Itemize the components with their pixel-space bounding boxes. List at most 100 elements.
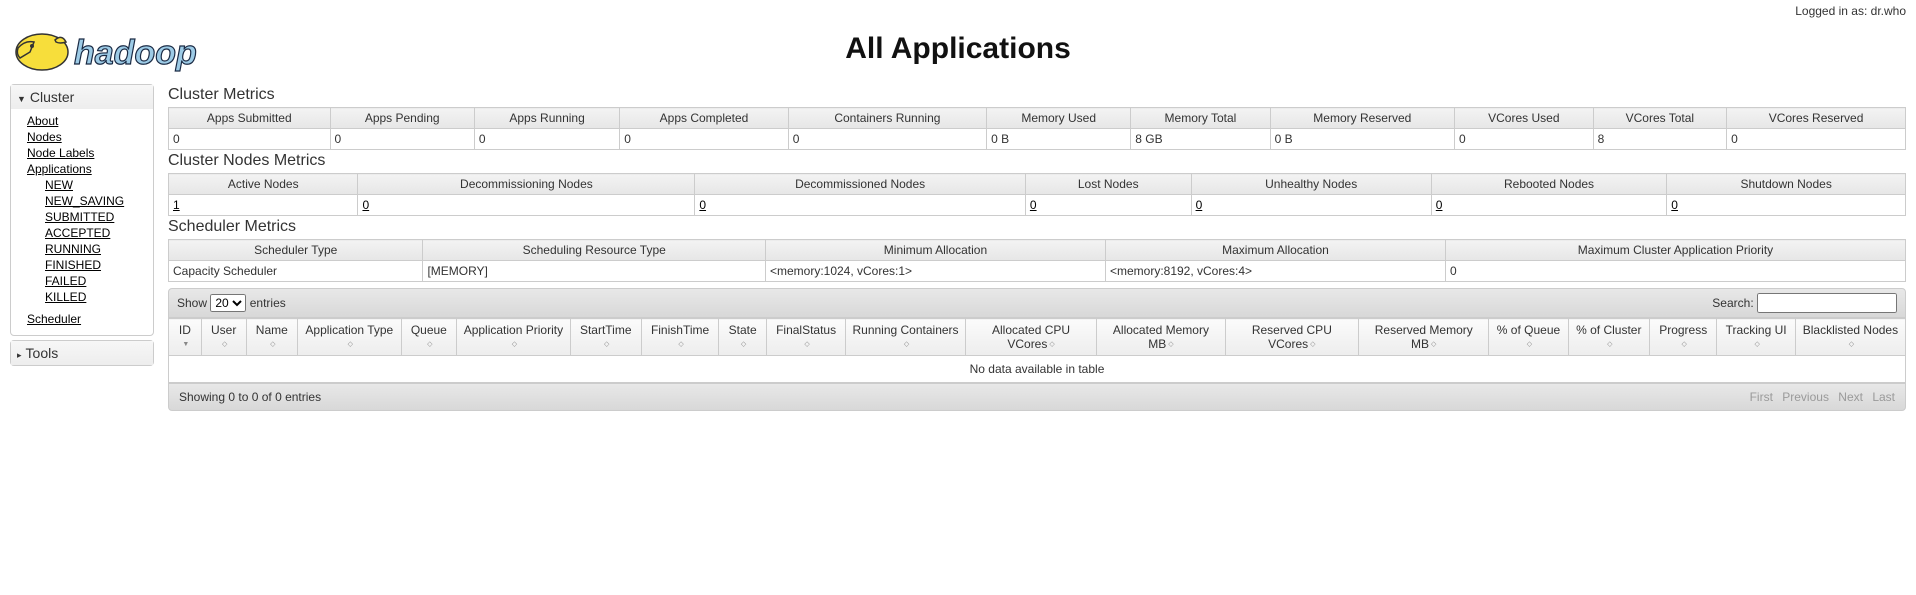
col-alloc-cpu[interactable]: Allocated CPU VCores◇ [965, 319, 1097, 356]
nav-app-new-saving[interactable]: NEW_SAVING [45, 193, 153, 209]
sort-icon: ◇ [1049, 341, 1054, 348]
val-apps-pending: 0 [330, 129, 474, 150]
pager-prev[interactable]: Previous [1782, 390, 1829, 404]
val-unhealthy-nodes[interactable]: 0 [1196, 198, 1203, 212]
col-tracking[interactable]: Tracking UI◇ [1717, 319, 1795, 356]
val-apps-running: 0 [474, 129, 619, 150]
col-scheduler-type: Scheduler Type [169, 240, 423, 261]
nav-about[interactable]: About [27, 113, 153, 129]
val-vcores-total: 8 [1593, 129, 1727, 150]
sort-icon: ◇ [1607, 341, 1612, 348]
pager-first[interactable]: First [1750, 390, 1773, 404]
val-rebooted-nodes[interactable]: 0 [1436, 198, 1443, 212]
nodes-metrics-table: Active Nodes Decommissioning Nodes Decom… [168, 173, 1906, 216]
col-finish[interactable]: FinishTime◇ [641, 319, 719, 356]
col-name[interactable]: Name◇ [246, 319, 297, 356]
col-decommissioning-nodes: Decommissioning Nodes [358, 174, 695, 195]
col-max-priority: Maximum Cluster Application Priority [1445, 240, 1905, 261]
nav-node-labels[interactable]: Node Labels [27, 145, 153, 161]
col-priority[interactable]: Application Priority◇ [457, 319, 571, 356]
col-apptype[interactable]: Application Type◇ [298, 319, 402, 356]
applications-table: ID▼ User◇ Name◇ Application Type◇ Queue◇… [168, 318, 1906, 383]
sort-icon: ◇ [678, 341, 683, 348]
sort-icon: ◇ [1310, 341, 1315, 348]
empty-message: No data available in table [169, 356, 1906, 383]
sort-icon: ◇ [904, 341, 909, 348]
val-decommissioned-nodes[interactable]: 0 [699, 198, 706, 212]
val-shutdown-nodes[interactable]: 0 [1671, 198, 1678, 212]
sort-icon: ◇ [427, 341, 432, 348]
val-resource-type: [MEMORY] [423, 261, 766, 282]
col-user[interactable]: User◇ [201, 319, 246, 356]
svg-text:hadoop: hadoop [74, 34, 197, 72]
col-containers-running: Containers Running [788, 108, 986, 129]
col-apps-completed: Apps Completed [620, 108, 788, 129]
nav-scheduler[interactable]: Scheduler [27, 311, 153, 327]
length-control: Show 20 entries [177, 294, 286, 312]
col-pct-cluster[interactable]: % of Cluster◇ [1568, 319, 1649, 356]
col-pct-queue[interactable]: % of Queue◇ [1489, 319, 1568, 356]
col-res-cpu[interactable]: Reserved CPU VCores◇ [1225, 319, 1359, 356]
col-memory-reserved: Memory Reserved [1270, 108, 1454, 129]
nav-cluster-header[interactable]: ▼Cluster [11, 85, 153, 109]
val-memory-total: 8 GB [1131, 129, 1270, 150]
col-progress[interactable]: Progress◇ [1649, 319, 1716, 356]
val-memory-reserved: 0 B [1270, 129, 1454, 150]
val-apps-submitted: 0 [169, 129, 331, 150]
val-max-priority: 0 [1445, 261, 1905, 282]
cluster-metrics-table: Apps Submitted Apps Pending Apps Running… [168, 107, 1906, 150]
nav-nodes[interactable]: Nodes [27, 129, 153, 145]
nav-app-new[interactable]: NEW [45, 177, 153, 193]
col-decommissioned-nodes: Decommissioned Nodes [695, 174, 1026, 195]
col-vcores-reserved: VCores Reserved [1727, 108, 1906, 129]
col-memory-used: Memory Used [987, 108, 1131, 129]
val-decommissioning-nodes[interactable]: 0 [362, 198, 369, 212]
col-resource-type: Scheduling Resource Type [423, 240, 766, 261]
sort-desc-icon: ▼ [182, 341, 189, 348]
col-res-mem[interactable]: Reserved Memory MB◇ [1359, 319, 1489, 356]
sort-icon: ◇ [348, 341, 353, 348]
pager-next[interactable]: Next [1838, 390, 1863, 404]
nav-applications[interactable]: Applications [27, 161, 153, 177]
col-id[interactable]: ID▼ [169, 319, 202, 356]
sidebar: ▼Cluster About Nodes Node Labels Applica… [10, 84, 154, 411]
col-memory-total: Memory Total [1131, 108, 1270, 129]
col-state[interactable]: State◇ [719, 319, 766, 356]
col-apps-submitted: Apps Submitted [169, 108, 331, 129]
search-input[interactable] [1757, 293, 1897, 313]
nav-app-running[interactable]: RUNNING [45, 241, 153, 257]
col-queue[interactable]: Queue◇ [401, 319, 456, 356]
nodes-metrics-title: Cluster Nodes Metrics [168, 152, 1906, 170]
nav-app-finished[interactable]: FINISHED [45, 257, 153, 273]
col-unhealthy-nodes: Unhealthy Nodes [1191, 174, 1431, 195]
val-active-nodes[interactable]: 1 [173, 198, 180, 212]
val-lost-nodes[interactable]: 0 [1030, 198, 1037, 212]
val-memory-used: 0 B [987, 129, 1131, 150]
col-finalstatus[interactable]: FinalStatus◇ [766, 319, 845, 356]
login-status: Logged in as: dr.who [1795, 4, 1906, 18]
col-blacklisted[interactable]: Blacklisted Nodes◇ [1795, 319, 1905, 356]
sort-icon: ◇ [604, 341, 609, 348]
col-active-nodes: Active Nodes [169, 174, 358, 195]
sort-icon: ◇ [1754, 341, 1759, 348]
nav-app-submitted[interactable]: SUBMITTED [45, 209, 153, 225]
sort-icon: ◇ [1527, 341, 1532, 348]
val-apps-completed: 0 [620, 129, 788, 150]
pager: First Previous Next Last [1744, 390, 1895, 404]
pager-last[interactable]: Last [1872, 390, 1895, 404]
col-min-alloc: Minimum Allocation [765, 240, 1105, 261]
col-lost-nodes: Lost Nodes [1025, 174, 1191, 195]
val-vcores-used: 0 [1455, 129, 1594, 150]
nav-app-killed[interactable]: KILLED [45, 289, 153, 305]
chevron-down-icon: ▼ [17, 94, 26, 104]
nav-app-accepted[interactable]: ACCEPTED [45, 225, 153, 241]
col-start[interactable]: StartTime◇ [570, 319, 641, 356]
col-alloc-mem[interactable]: Allocated Memory MB◇ [1097, 319, 1225, 356]
cluster-metrics-title: Cluster Metrics [168, 86, 1906, 104]
nav-tools-header[interactable]: ▸Tools [11, 341, 153, 365]
col-running-containers[interactable]: Running Containers◇ [846, 319, 965, 356]
page-length-select[interactable]: 20 [210, 294, 246, 312]
nav-app-failed[interactable]: FAILED [45, 273, 153, 289]
val-vcores-reserved: 0 [1727, 129, 1906, 150]
col-max-alloc: Maximum Allocation [1105, 240, 1445, 261]
